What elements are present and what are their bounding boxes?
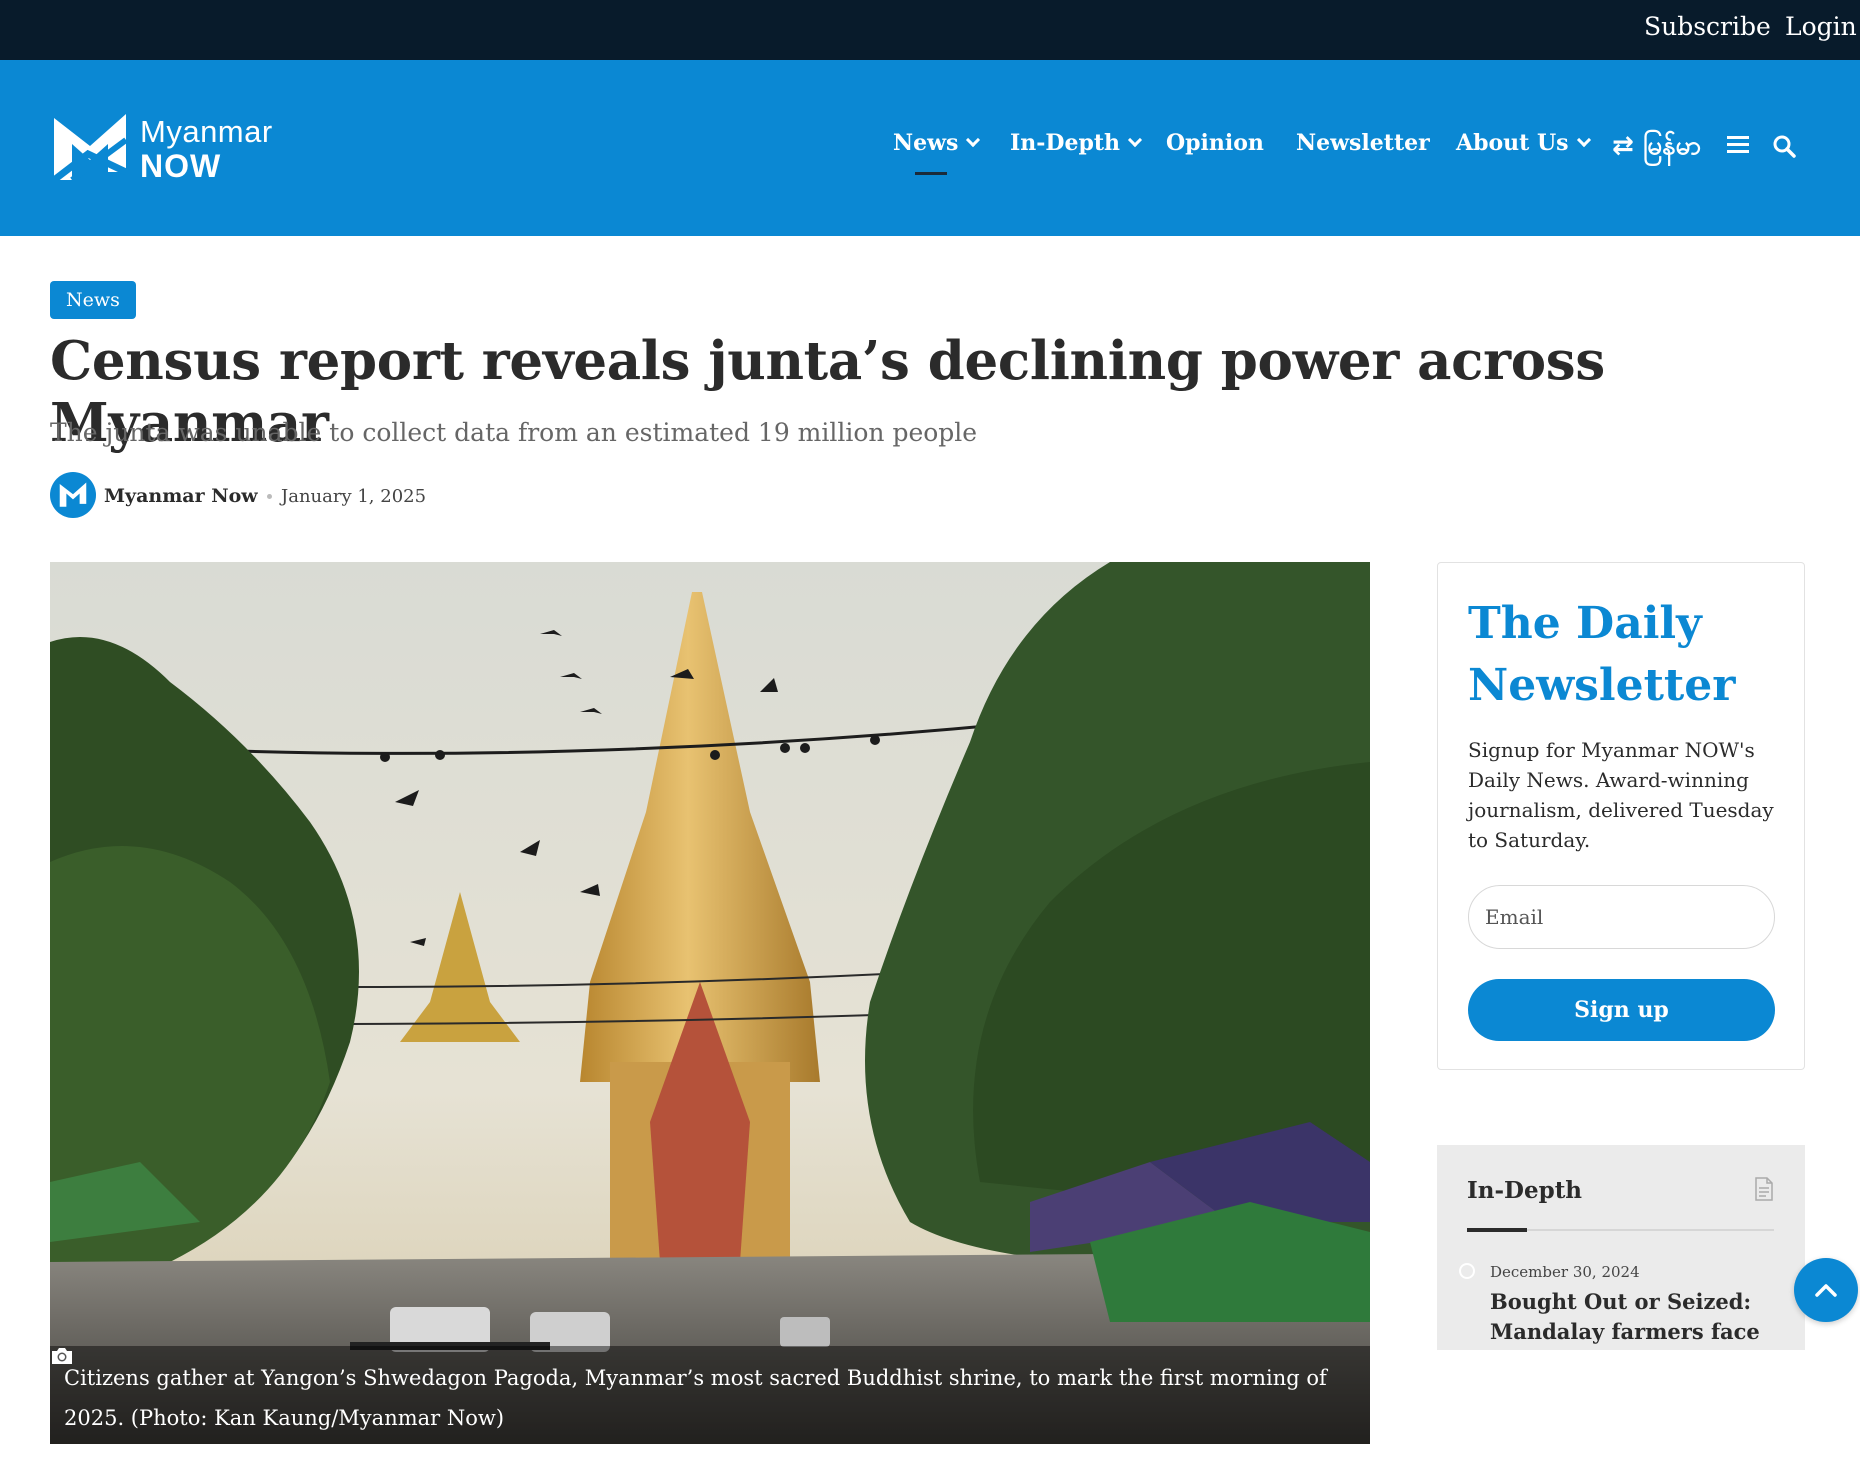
logo-text-now: NOW bbox=[140, 148, 222, 184]
logo-mark-icon bbox=[51, 114, 128, 183]
in-depth-item-headline[interactable]: Bought Out or Seized: Mandalay farmers f… bbox=[1490, 1287, 1790, 1347]
chevron-up-icon bbox=[1815, 1284, 1837, 1297]
active-nav-indicator bbox=[915, 172, 947, 175]
sign-up-button[interactable]: Sign up bbox=[1468, 979, 1775, 1041]
nav-about-us-label: About Us bbox=[1456, 130, 1569, 156]
image-caption-text: Citizens gather at Yangon’s Shwedagon Pa… bbox=[64, 1366, 1327, 1430]
search-icon[interactable] bbox=[1772, 134, 1796, 158]
nav-opinion[interactable]: Opinion bbox=[1166, 130, 1264, 156]
nav-news[interactable]: News bbox=[893, 130, 981, 156]
author-logo-icon bbox=[59, 482, 87, 507]
nav-newsletter-label: Newsletter bbox=[1296, 130, 1430, 156]
meta-separator bbox=[267, 494, 272, 499]
category-badge[interactable]: News bbox=[50, 281, 136, 319]
scroll-to-top-button[interactable] bbox=[1794, 1258, 1858, 1322]
shwedagon-street-photo bbox=[50, 562, 1370, 1444]
nav-opinion-label: Opinion bbox=[1166, 130, 1264, 156]
document-icon bbox=[1755, 1177, 1773, 1201]
nav-newsletter[interactable]: Newsletter bbox=[1296, 130, 1430, 156]
logo-text-myanmar: Myanmar bbox=[140, 114, 273, 149]
newsletter-description: Signup for Myanmar NOW's Daily News. Awa… bbox=[1468, 738, 1774, 852]
newsletter-widget: The Daily Newsletter Signup for Myanmar … bbox=[1437, 562, 1805, 1070]
newsletter-title: The Daily Newsletter bbox=[1468, 598, 1736, 711]
language-switch-label: ⇄ မြန်မာ bbox=[1612, 131, 1702, 161]
in-depth-item-date: December 30, 2024 bbox=[1490, 1263, 1640, 1281]
site-logo[interactable]: Myanmar NOW bbox=[50, 110, 310, 186]
top-bar: Subscribe Login bbox=[0, 0, 1860, 60]
camera-icon bbox=[52, 1348, 72, 1364]
menu-icon[interactable] bbox=[1727, 136, 1749, 154]
nav-in-depth[interactable]: In-Depth bbox=[1010, 130, 1143, 156]
in-depth-title: In-Depth bbox=[1467, 1177, 1583, 1204]
author-name[interactable]: Myanmar Now bbox=[104, 485, 258, 507]
hero-image: Citizens gather at Yangon’s Shwedagon Pa… bbox=[50, 562, 1370, 1444]
nav-news-label: News bbox=[893, 130, 959, 156]
author-avatar[interactable] bbox=[50, 472, 96, 518]
timeline-dot bbox=[1459, 1263, 1475, 1279]
post-date: January 1, 2025 bbox=[281, 486, 427, 507]
in-depth-widget: In-Depth December 30, 2024 Bought Out or… bbox=[1437, 1145, 1805, 1350]
login-link[interactable]: Login bbox=[1785, 12, 1857, 41]
language-switch[interactable]: ⇄ မြန်မာ bbox=[1612, 128, 1701, 167]
article-subtitle: The junta was unable to collect data fro… bbox=[50, 418, 978, 447]
chevron-down-icon bbox=[1127, 132, 1143, 148]
subscribe-link[interactable]: Subscribe bbox=[1644, 12, 1771, 41]
site-header: Myanmar NOW News In-Depth Opinion Newsle… bbox=[0, 60, 1860, 236]
in-depth-divider-accent bbox=[1467, 1228, 1527, 1232]
chevron-down-icon bbox=[966, 132, 981, 148]
nav-about-us[interactable]: About Us bbox=[1456, 130, 1591, 156]
nav-in-depth-label: In-Depth bbox=[1010, 130, 1121, 156]
image-caption: Citizens gather at Yangon’s Shwedagon Pa… bbox=[50, 1346, 1370, 1444]
chevron-down-icon bbox=[1576, 132, 1591, 148]
email-input[interactable] bbox=[1468, 885, 1775, 949]
